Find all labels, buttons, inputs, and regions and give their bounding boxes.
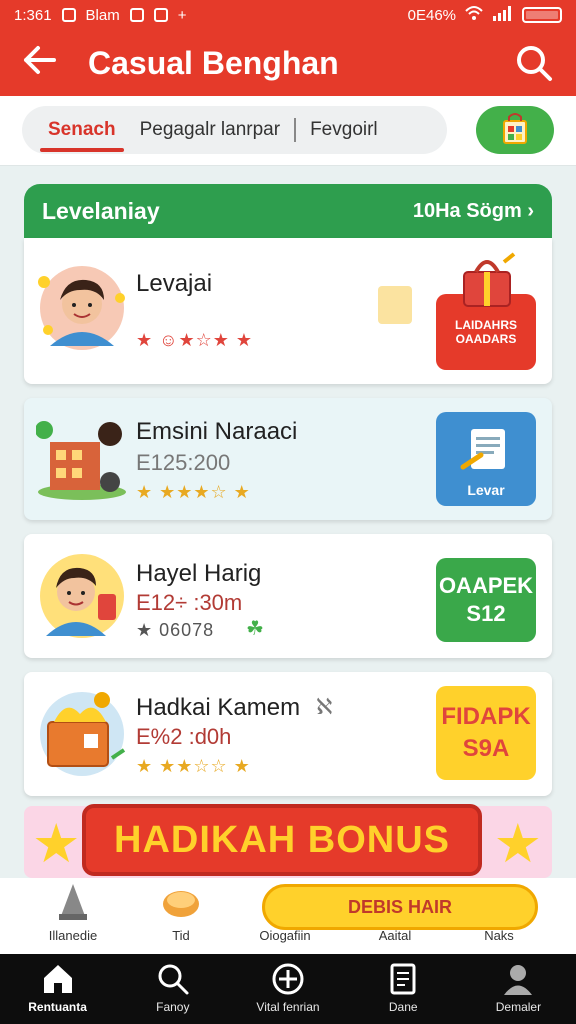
deals-button[interactable]: DEBIS HAIR: [262, 884, 538, 930]
nav-profile[interactable]: Demaler: [461, 954, 576, 1024]
person-icon: [501, 962, 535, 996]
document-icon: [386, 962, 420, 996]
item-badge-label: OAAPEK S12: [438, 573, 534, 626]
item-price: E125:200: [136, 450, 231, 475]
status-bar: 1:361 Blam + 0Е46%: [0, 0, 576, 30]
bag-icon: [378, 286, 412, 324]
shortcut-item[interactable]: Tid: [126, 882, 236, 943]
shortcut-label: Illanedie: [48, 928, 98, 943]
cone-icon: [53, 882, 93, 922]
shortcut-item[interactable]: Illanedie: [18, 882, 128, 943]
battery-percent: 0Е46%: [407, 6, 456, 24]
item-badge-button[interactable]: FIDAPK S9A: [436, 686, 536, 780]
app-bar: Casual Benghan: [0, 30, 576, 96]
notification-icon: [61, 8, 76, 22]
item-name: Hayel Harig: [136, 560, 262, 587]
search-icon[interactable]: [514, 43, 554, 83]
search-icon: [156, 962, 190, 996]
bottom-nav: Rentuanta Fanoy Vital fenrian Dane Demal…: [0, 954, 576, 1024]
bonus-banner-button[interactable]: HADIKAH BONUS: [82, 804, 482, 876]
add-circle-icon: [271, 962, 305, 996]
back-arrow-icon[interactable]: [22, 45, 62, 81]
bonus-label: HADIKAH BONUS: [114, 818, 450, 861]
tab-fevgoirl[interactable]: Fevgoirl: [298, 106, 390, 154]
item-rating: ★ ★★☆☆ ★: [136, 756, 251, 776]
message-icon: [129, 8, 144, 22]
nav-label: Dane: [388, 1000, 418, 1014]
tab-group: Senach Pegagalr lanrpar Fevgoirl: [22, 106, 447, 154]
shortcut-bar: Illanedie Tid Oiogafiin Aaital Naks DEBI…: [0, 878, 576, 954]
app-title: Casual Benghan: [88, 44, 339, 81]
item-rating: ★ ☺★☆★ ★: [136, 330, 254, 350]
gift-box-icon: [36, 688, 128, 780]
signal-icon: [492, 5, 514, 25]
content-list: Levelaniay 10Ha Sögm › Levajai ★ ☺★☆★ ★ …: [24, 184, 552, 796]
nav-label: Vital fenrian: [256, 1000, 320, 1014]
status-app-label: Blam: [85, 6, 120, 24]
gift-basket-icon: [458, 252, 516, 308]
clover-icon: ☘: [246, 618, 264, 640]
nav-search[interactable]: Fanoy: [115, 954, 230, 1024]
shopping-bag-button[interactable]: [476, 106, 554, 154]
list-item[interactable]: Levajai ★ ☺★☆★ ★ LAIDAHRS OAADARS: [24, 238, 552, 384]
nav-add[interactable]: Vital fenrian: [230, 954, 345, 1024]
document-icon: [459, 427, 513, 476]
shortcut-label: Naks: [484, 928, 514, 943]
item-price: E12÷ :30m: [136, 590, 243, 615]
man-avatar-icon: [36, 550, 128, 642]
item-badge-label: Levar: [467, 482, 505, 498]
star-icon: ★: [493, 814, 542, 874]
nav-orders[interactable]: Dane: [346, 954, 461, 1024]
section-link[interactable]: 10Ha Sögm ›: [413, 200, 534, 223]
section-header: Levelaniay 10Ha Sögm ›: [24, 184, 552, 238]
item-name: Hadkai Kamem: [136, 694, 301, 721]
shortcut-label: Aaital: [378, 928, 412, 943]
man-avatar-icon: [36, 262, 128, 354]
shortcut-label: Tid: [172, 928, 190, 943]
nav-label: Demaler: [495, 1000, 542, 1014]
wifi-icon: [464, 5, 484, 25]
home-icon: [41, 962, 75, 996]
tabs-bar: Senach Pegagalr lanrpar Fevgoirl: [0, 96, 576, 166]
nav-label: Rentuanta: [28, 1000, 87, 1014]
item-badge-label: FIDAPK S9A: [441, 703, 531, 762]
tab-divider: [294, 118, 297, 142]
item-name: Emsini Naraaci: [136, 418, 298, 445]
list-item[interactable]: Emsini Naraaci E125:200 ★ ★★★☆ ★ Levar: [24, 398, 552, 520]
nav-home[interactable]: Rentuanta: [0, 954, 115, 1024]
battery-icon: [522, 7, 562, 23]
item-rating: ★ ★★★☆ ★: [136, 482, 251, 502]
list-item[interactable]: Hayel Harig E12÷ :30m ★ 06078 ☘ OAAPEK S…: [24, 534, 552, 658]
house-icon: [35, 412, 128, 504]
list-item[interactable]: Hadkai Kamem ℵ E%2 :d0h ★ ★★☆☆ ★ FIDAPK …: [24, 672, 552, 796]
item-badge-button[interactable]: OAAPEK S12: [436, 558, 536, 642]
item-rating: ★ 06078: [136, 620, 215, 640]
item-name: Levajai: [136, 270, 213, 297]
tab-senach[interactable]: Senach: [36, 106, 128, 154]
bread-icon: [161, 882, 201, 922]
gallery-icon: [153, 8, 168, 22]
item-badge-label: LAIDAHRS OAADARS: [455, 318, 517, 346]
deals-label: DEBIS HAIR: [347, 896, 452, 917]
star-icon: ★: [32, 814, 81, 874]
plus-icon: +: [177, 6, 187, 24]
tab-pegagalr[interactable]: Pegagalr lanrpar: [128, 106, 292, 154]
pin-icon: ℵ: [316, 694, 333, 719]
section-title: Levelaniay: [42, 197, 160, 224]
shortcut-label: Oiogafiin: [259, 928, 311, 943]
status-time: 1:361: [14, 6, 52, 24]
item-badge-button[interactable]: Levar: [436, 412, 536, 506]
shopping-bag-icon: [500, 111, 530, 150]
nav-label: Fanoy: [156, 1000, 190, 1014]
item-price: E%2 :d0h: [136, 724, 232, 749]
